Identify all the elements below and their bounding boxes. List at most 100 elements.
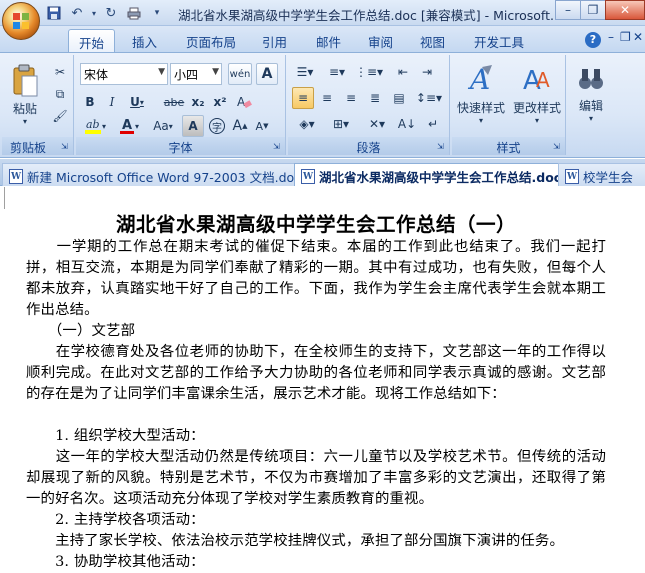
quick-styles-icon: A — [467, 63, 492, 95]
cut-icon[interactable]: ✂ — [50, 61, 70, 83]
doc-tab-summary[interactable]: W 湖北省水果湖高级中学学生会工作总结.doc — [294, 163, 569, 186]
change-styles-button[interactable]: AA 更改样式 ▾ — [510, 59, 564, 129]
font-color-icon: A — [119, 118, 134, 134]
chinese-layout-icon[interactable]: ✕▾ — [362, 113, 392, 135]
italic-button[interactable]: I — [102, 91, 122, 113]
tab-view[interactable]: 视图 — [410, 29, 455, 52]
ribbon-close-icon[interactable]: ✕ — [633, 30, 643, 44]
sort-icon[interactable]: A↓ — [396, 113, 418, 135]
shrink-font-button[interactable]: A ▼ — [252, 115, 272, 137]
align-left-icon[interactable]: ≡ — [292, 87, 314, 109]
distribute-icon[interactable]: ▤ — [388, 87, 410, 109]
bullets-icon[interactable]: ☰▾ — [290, 61, 320, 83]
multilevel-list-icon[interactable]: ⋮≡▾ — [354, 61, 384, 83]
phonetic-guide-button[interactable]: wén — [228, 63, 252, 85]
dropdown-icon[interactable]: ▾ — [90, 3, 98, 23]
office-button[interactable] — [2, 2, 40, 40]
show-marks-icon[interactable]: ↵ — [422, 113, 444, 135]
phonetic-label: wén — [229, 68, 251, 80]
line-spacing-icon[interactable]: ↕≡▾ — [414, 87, 444, 109]
increase-indent-icon[interactable]: ⇥ — [416, 61, 438, 83]
font-launcher-icon[interactable]: ⇲ — [273, 142, 283, 152]
tab-insert[interactable]: 插入 — [122, 29, 167, 52]
tab-review[interactable]: 审阅 — [358, 29, 403, 52]
paragraph: 3. 协助学校其他活动： — [26, 554, 205, 570]
close-button[interactable]: ✕ — [605, 0, 645, 20]
editing-button[interactable]: 编辑 ▾ — [570, 59, 612, 129]
font-size-combo[interactable]: 小四 ▼ — [170, 63, 222, 85]
italic-label: I — [109, 95, 115, 109]
numbering-icon[interactable]: ≡▾ — [322, 61, 352, 83]
tab-mailings[interactable]: 邮件 — [306, 29, 351, 52]
chevron-down-icon: ▼ — [212, 67, 219, 77]
tab-page-layout[interactable]: 页面布局 — [176, 29, 246, 52]
save-icon[interactable] — [44, 3, 64, 23]
svg-text:A: A — [536, 68, 550, 92]
copy-icon[interactable]: ⧉ — [50, 83, 70, 105]
justify-icon[interactable]: ≣ — [364, 87, 386, 109]
bold-button[interactable]: B — [80, 91, 100, 113]
svg-text:A: A — [122, 118, 132, 133]
font-size-value: 小四 — [174, 68, 199, 82]
undo-icon[interactable]: ↶ — [67, 3, 87, 23]
strike-label: abe — [163, 95, 185, 109]
help-icon[interactable]: ? — [585, 32, 601, 48]
clipboard-launcher-icon[interactable]: ⇲ — [61, 142, 71, 152]
paragraph: （一）文艺部 — [26, 323, 136, 339]
doc-tab-new[interactable]: W 新建 Microsoft Office Word 97-2003 文档.do… — [2, 163, 309, 186]
paragraph-launcher-icon[interactable]: ⇲ — [437, 142, 447, 152]
doc-tab-student-union[interactable]: W 校学生会 — [558, 163, 645, 186]
restore-button[interactable]: ❐ — [580, 0, 606, 20]
change-styles-label: 更改样式 — [512, 101, 561, 115]
paste-dropdown-icon[interactable]: ▾ — [23, 117, 27, 126]
paragraph: 1. 组织学校大型活动： — [26, 428, 205, 444]
grow-font-button[interactable]: A ▲ — [230, 115, 250, 137]
char-border-button[interactable]: A — [256, 63, 278, 85]
quick-styles-button[interactable]: A 快速样式 ▾ — [454, 59, 508, 129]
char-shading-label: A — [188, 119, 198, 133]
grow-font-label: A — [232, 118, 243, 134]
font-group: 宋体 ▼ 小四 ▼ wén A B I U ▾ abe x₂ x² A ab ▾ A ▾ … — [76, 55, 286, 155]
subscript-button[interactable]: x₂ — [188, 91, 208, 113]
superscript-label: x² — [213, 95, 227, 109]
chevron-down-icon: ▾ — [139, 97, 144, 107]
char-shading-button[interactable]: A — [182, 115, 204, 137]
font-color-button[interactable]: A ▾ — [114, 115, 144, 137]
format-painter-icon[interactable]: 🖌 — [50, 105, 70, 127]
underline-button[interactable]: U ▾ — [124, 91, 150, 113]
subscript-label: x₂ — [191, 95, 205, 109]
tab-home[interactable]: 开始 — [68, 29, 116, 52]
enclose-char-button[interactable]: 字 — [206, 115, 228, 137]
ribbon-restore-icon[interactable]: ❐ — [620, 30, 631, 44]
print-icon[interactable] — [124, 3, 144, 23]
doc-tab-label: 湖北省水果湖高级中学学生会工作总结.doc — [319, 170, 562, 185]
shading-icon[interactable]: ◈▾ — [292, 113, 322, 135]
align-right-icon[interactable]: ≡ — [340, 87, 362, 109]
align-center-icon[interactable]: ≡ — [316, 87, 338, 109]
chevron-down-icon: ▾ — [588, 114, 593, 123]
decrease-indent-icon[interactable]: ⇤ — [392, 61, 414, 83]
clear-format-icon[interactable]: A — [234, 91, 254, 113]
tab-developer[interactable]: 开发工具 — [464, 29, 534, 52]
window-title: 湖北省水果湖高级中学学生会工作总结.doc [兼容模式] - Microsoft… — [178, 8, 562, 23]
customize-qat-icon[interactable]: ▾ — [147, 3, 167, 23]
ribbon: 粘贴 ▾ ✂ ⧉ 🖌 剪贴板 ⇲ 宋体 ▼ 小四 ▼ wén A B I U ▾ ab… — [0, 52, 645, 158]
paste-button[interactable]: 粘贴 ▾ — [6, 61, 44, 129]
word-doc-icon: W — [9, 169, 23, 184]
tab-references[interactable]: 引用 — [252, 29, 297, 52]
strikethrough-button[interactable]: abe — [162, 91, 186, 113]
superscript-button[interactable]: x² — [210, 91, 230, 113]
borders-icon[interactable]: ⊞▾ — [326, 113, 356, 135]
chevron-down-icon: ▾ — [168, 121, 173, 131]
ribbon-minimize-icon[interactable]: – — [608, 30, 614, 44]
redo-icon[interactable]: ↻ — [101, 3, 121, 23]
window-controls: – ❐ ✕ — [555, 0, 645, 20]
font-name-combo[interactable]: 宋体 ▼ — [80, 63, 168, 85]
change-case-button[interactable]: Aa ▾ — [148, 115, 178, 137]
styles-launcher-icon[interactable]: ⇲ — [553, 142, 563, 152]
title-bar: ↶ ▾ ↻ ▾ 湖北省水果湖高级中学学生会工作总结.doc [兼容模式] - M… — [0, 0, 645, 26]
highlight-button[interactable]: ab ▾ — [80, 115, 110, 137]
paragraph: 一学期的工作总在期末考试的催促下结束。本届的工作到此也结束了。我们一起打拼，相互… — [26, 239, 606, 318]
minimize-button[interactable]: – — [555, 0, 581, 20]
shrink-font-label: A — [255, 119, 264, 133]
